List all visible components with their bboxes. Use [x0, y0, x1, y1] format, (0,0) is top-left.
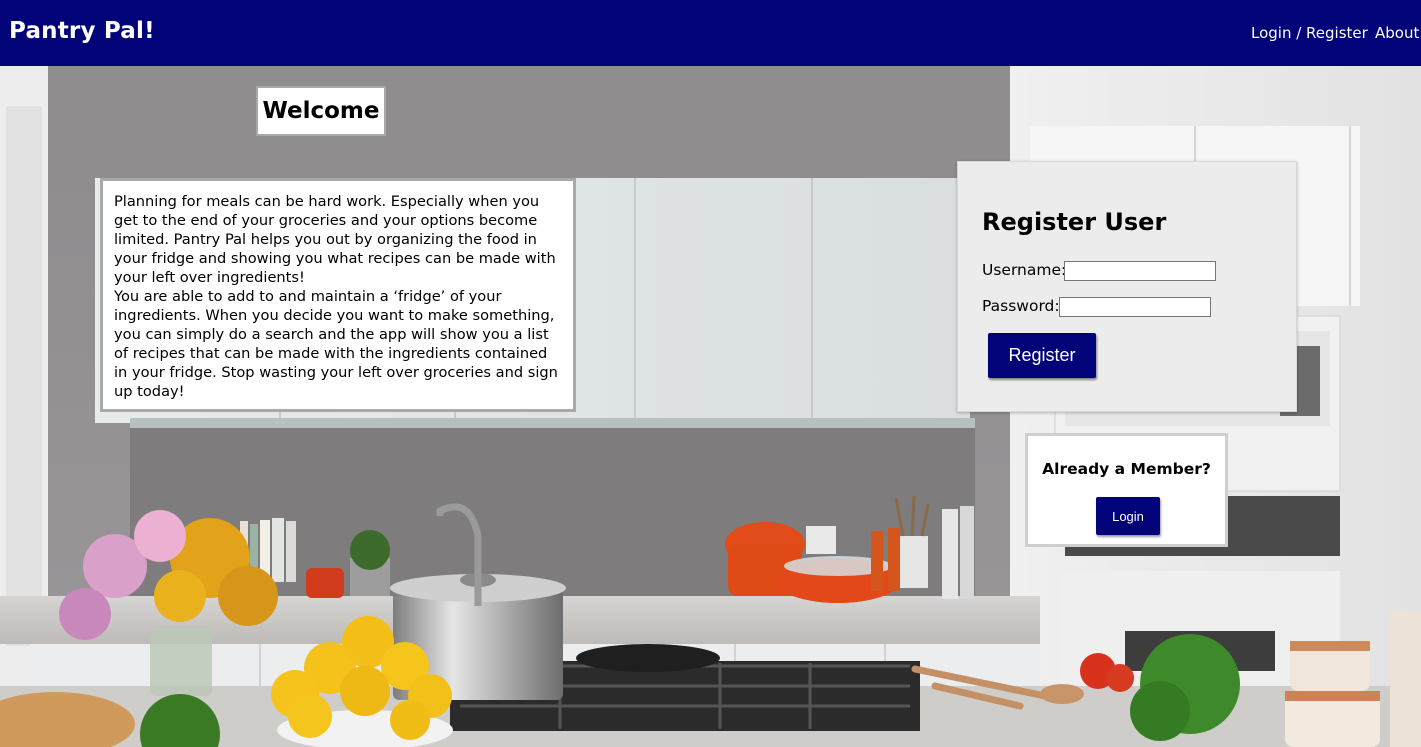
- already-member-panel: Already a Member? Login: [1025, 433, 1228, 547]
- already-member-title: Already a Member?: [1042, 460, 1211, 478]
- nav-link-about[interactable]: About: [1375, 24, 1419, 42]
- intro-paragraph-2: You are able to add to and maintain a ‘f…: [114, 288, 558, 400]
- intro-text-box: Planning for meals can be hard work. Esp…: [100, 178, 576, 412]
- username-label: Username:: [982, 261, 1067, 279]
- nav-link-login-register[interactable]: Login / Register: [1251, 24, 1368, 42]
- login-button[interactable]: Login: [1096, 497, 1160, 535]
- register-panel: Register User Username: Password: Regist…: [957, 161, 1297, 412]
- brand-logo[interactable]: Pantry Pal!: [9, 18, 155, 44]
- top-navbar: Pantry Pal! Login / Register About: [0, 0, 1421, 66]
- intro-paragraph-1: Planning for meals can be hard work. Esp…: [114, 193, 556, 286]
- password-label: Password:: [982, 297, 1060, 315]
- welcome-title: Welcome: [256, 86, 386, 136]
- username-input[interactable]: [1064, 261, 1216, 281]
- register-title: Register User: [982, 208, 1167, 236]
- password-input[interactable]: [1059, 297, 1211, 317]
- register-button[interactable]: Register: [988, 333, 1096, 378]
- page: Pantry Pal! Login / Register About Welco…: [0, 0, 1421, 747]
